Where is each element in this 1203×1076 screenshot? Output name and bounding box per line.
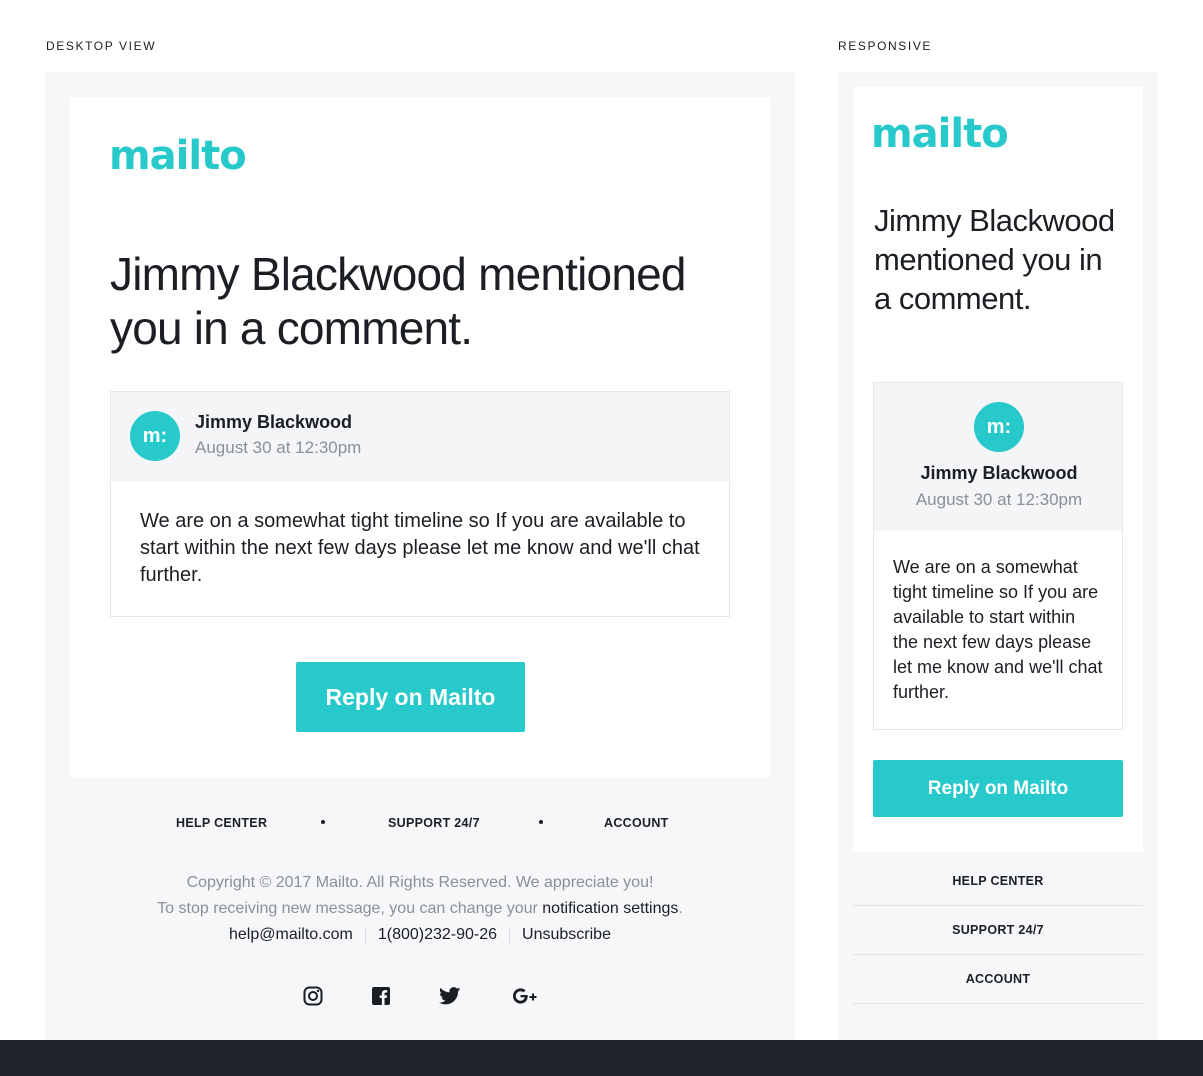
stop-text: To stop receiving new message, you can c… (157, 900, 543, 917)
comment-body: We are on a somewhat tight timeline so I… (140, 510, 700, 586)
unsubscribe-link[interactable]: Unsubscribe (522, 926, 611, 945)
help-email-link[interactable]: help@mailto.com (229, 926, 353, 945)
footer-link-help-center[interactable]: HELP CENTER (853, 857, 1143, 906)
avatar: m: (974, 402, 1024, 452)
nav-separator (539, 820, 543, 824)
email-card-mobile: mailto Jimmy Blackwood mentioned you in … (853, 87, 1143, 852)
unsubscribe-notice: To stop receiving new message, you can c… (45, 900, 795, 918)
stop-end: . (678, 900, 683, 917)
comment-date: August 30 at 12:30pm (915, 490, 1083, 509)
twitter-icon[interactable] (438, 984, 462, 1008)
comment-header: m: Jimmy Blackwood August 30 at 12:30pm (111, 392, 729, 482)
desktop-view-label: DESKTOP VIEW (46, 39, 157, 53)
comment-date: August 30 at 12:30pm (195, 438, 362, 457)
copyright-text: Copyright © 2017 Mailto. All Rights Rese… (186, 874, 654, 891)
footer-link-support[interactable]: SUPPORT 24/7 (853, 906, 1143, 955)
reply-button[interactable]: Reply on Mailto (296, 662, 525, 732)
avatar: m: (130, 411, 180, 461)
footer-link-account[interactable]: ACCOUNT (853, 955, 1143, 1004)
email-headline: Jimmy Blackwood mentioned you in a comme… (874, 203, 1115, 316)
divider (364, 927, 366, 945)
instagram-icon[interactable] (301, 984, 325, 1008)
comment-body: We are on a somewhat tight timeline so I… (893, 557, 1103, 702)
footer-nav: HELP CENTER SUPPORT 24/7 ACCOUNT (45, 816, 795, 836)
footer-link-account[interactable]: ACCOUNT (604, 816, 669, 830)
mailto-logo: mailto (109, 133, 247, 179)
reply-button[interactable]: Reply on Mailto (873, 760, 1123, 817)
divider (509, 927, 511, 945)
desktop-preview: mailto Jimmy Blackwood mentioned you in … (45, 72, 795, 1076)
facebook-icon[interactable] (369, 984, 393, 1008)
notification-settings-link[interactable]: notification settings (542, 900, 678, 917)
comment-header: m: Jimmy Blackwood August 30 at 12:30pm (874, 383, 1122, 531)
responsive-label: RESPONSIVE (838, 39, 933, 53)
bottom-bar (0, 1040, 1203, 1076)
footer-link-help-center[interactable]: HELP CENTER (176, 816, 267, 830)
email-card: mailto Jimmy Blackwood mentioned you in … (70, 97, 770, 778)
contact-line: help@mailto.com 1(800)232-90-26 Unsubscr… (45, 926, 795, 945)
comment-author: Jimmy Blackwood (920, 463, 1078, 483)
nav-separator (321, 820, 325, 824)
comment-author: Jimmy Blackwood (195, 412, 353, 432)
google-plus-icon[interactable] (511, 984, 541, 1008)
footer-link-support[interactable]: SUPPORT 24/7 (388, 816, 480, 830)
email-headline: Jimmy Blackwood mentioned you in a comme… (110, 248, 686, 354)
responsive-preview: mailto Jimmy Blackwood mentioned you in … (838, 72, 1158, 1076)
comment-box: m: Jimmy Blackwood August 30 at 12:30pm … (110, 391, 730, 617)
comment-box: m: Jimmy Blackwood August 30 at 12:30pm … (873, 382, 1123, 730)
mailto-logo: mailto (871, 111, 1009, 157)
phone-link[interactable]: 1(800)232-90-26 (378, 926, 497, 945)
